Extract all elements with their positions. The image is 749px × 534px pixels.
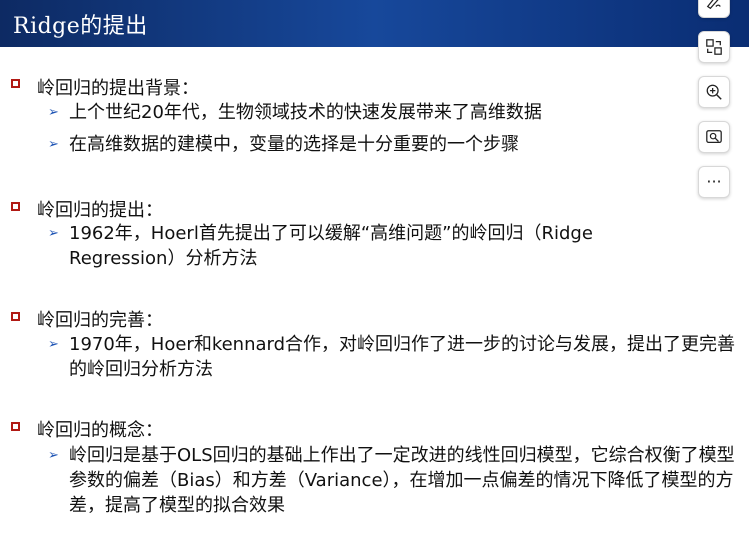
square-bullet-icon xyxy=(11,79,20,88)
arrow-bullet-icon: ➢ xyxy=(48,226,59,241)
arrow-bullet-icon: ➢ xyxy=(48,448,59,463)
screenshot-button[interactable] xyxy=(698,121,730,153)
arrow-bullet-icon: ➢ xyxy=(48,105,59,120)
more-icon: ··· xyxy=(706,172,722,191)
screenshot-icon xyxy=(706,130,722,144)
zoom-in-icon xyxy=(706,84,722,100)
section-heading: 岭回归的提出： xyxy=(37,200,163,221)
zoom-in-button[interactable] xyxy=(698,76,730,108)
section-heading: 岭回归的概念： xyxy=(37,420,163,441)
bullet-text: 岭回归是基于OLS回归的基础上作出了一定改进的线性回归模型，它综合权衡了模型参数… xyxy=(69,445,735,516)
arrow-bullet-icon: ➢ xyxy=(48,137,59,152)
draw-button[interactable] xyxy=(698,0,730,18)
draw-icon xyxy=(706,0,721,10)
section-heading: 岭回归的提出背景： xyxy=(37,78,199,99)
slide-title-bar: Ridge的提出 xyxy=(0,0,749,47)
bullet-text: 1970年，Hoer和kennard合作，对岭回归作了进一步的讨论与发展，提出了… xyxy=(69,334,736,380)
section-heading: 岭回归的完善： xyxy=(37,310,163,331)
square-bullet-icon xyxy=(11,422,20,431)
more-button[interactable]: ··· xyxy=(698,166,730,198)
bullet-text: 在高维数据的建模中，变量的选择是十分重要的一个步骤 xyxy=(69,134,519,155)
arrow-bullet-icon: ➢ xyxy=(48,337,59,352)
bullet-text: 1962年，Hoerl首先提出了可以缓解“高维问题”的岭回归（Ridge Reg… xyxy=(69,223,593,269)
floating-toolbar: ··· xyxy=(689,0,749,210)
square-bullet-icon xyxy=(11,312,20,321)
bullet-text: 上个世纪20年代，生物领域技术的快速发展带来了高维数据 xyxy=(69,102,542,123)
translate-button[interactable] xyxy=(698,31,730,63)
square-bullet-icon xyxy=(11,202,20,211)
slide-title: Ridge的提出 xyxy=(13,14,148,39)
translate-icon xyxy=(706,39,722,55)
